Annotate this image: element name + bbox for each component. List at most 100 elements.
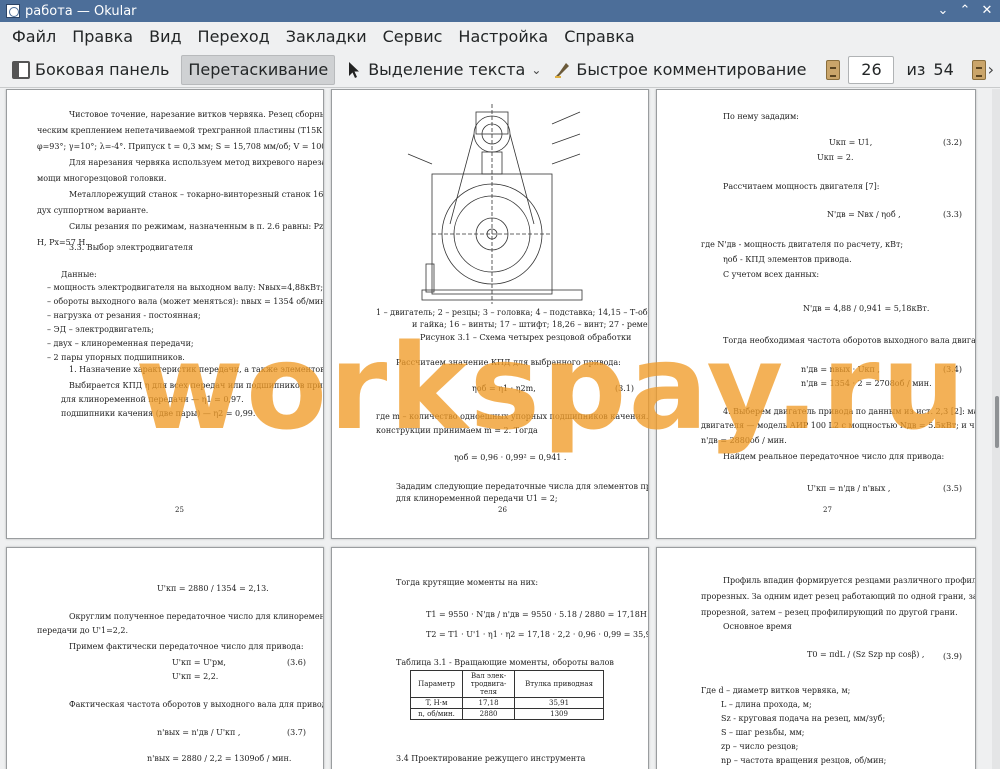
text-line: 4. Выберем двигатель привода по данным и… [723,407,976,416]
text-line: По нему зададим: [723,112,799,121]
sidebar-toggle-button[interactable]: Боковая панель [6,55,175,85]
table-caption: Таблица 3.1 - Вращающие моменты, обороты… [396,658,614,667]
formula: U'кп = U'рм, [172,658,226,667]
table-cell: 2880 [462,708,516,720]
text-line: – 2 пары упорных подшипников. [47,353,185,362]
menu-file[interactable]: Файл [4,22,64,52]
text-line: Тогда крутящие моменты на них: [396,578,539,587]
page-27: По нему зададим: Uкп = U1, (3.2) Uкп = 2… [656,89,976,539]
page-number: 27 [823,506,832,514]
text-line: двигателя — модель АИР 100 L2 с мощность… [701,421,975,430]
page-number-input[interactable]: 26 [848,55,895,84]
sidebar-icon [12,60,30,79]
menu-bookmarks[interactable]: Закладки [278,22,375,52]
text-line: ηоб - КПД элементов привода. [723,255,852,264]
text-line: С учетом всех данных: [723,270,820,279]
text-line: Выбирается КПД η для всех передач или по… [69,381,323,390]
next-page-icon[interactable] [971,59,986,80]
page-29: Тогда крутящие моменты на них: T1 = 9550… [331,547,649,769]
menu-edit[interactable]: Правка [64,22,141,52]
formula: U'кп = 2880 / 1354 = 2,13. [157,584,269,593]
document-viewer[interactable]: Чистовое точение, нарезание витков червя… [0,89,1000,769]
formula: T0 = πdL / (Sz Szр nр cosβ) , [807,650,925,659]
maximize-icon[interactable]: ⌃ [956,2,974,20]
text-line: Основное время [723,622,792,631]
menu-view[interactable]: Вид [141,22,189,52]
chevron-down-icon[interactable]: ⌄ [531,63,541,77]
formula-number: (3.1) [615,384,634,393]
text-line: – мощность электродвигателя на выходном … [47,283,324,292]
text-line: где N'дв - мощность двигателя по расчету… [701,240,904,249]
text-line: прорезной, затем – резец профилирующий п… [701,608,958,617]
figure-caption: и гайка; 16 – винты; 17 – штифт; 18,26 –… [412,320,649,329]
text-line: Чистовое точение, нарезание витков червя… [69,110,323,119]
text-selection-label: Выделение текста [368,60,526,79]
window-controls: ⌄ ⌃ ✕ [934,2,996,20]
formula: N'дв = Nвх / ηоб , [827,210,901,219]
okular-app-icon [6,4,20,18]
text-line: Зададим следующие передаточные числа для… [396,482,648,491]
text-line: передачи до U'1=2,2. [37,626,129,635]
text-line: Sz - круговая подача на резец, мм/зуб; [721,714,886,723]
text-selection-button[interactable]: Выделение текста ⌄ [339,55,547,85]
browse-label: Перетаскивание [188,60,329,79]
previous-page-icon[interactable] [826,59,841,80]
text-line: L – длина прохода, м; [721,700,812,709]
menu-bar: Файл Правка Вид Переход Закладки Сервис … [0,22,1000,52]
text-line: Рассчитаем значение КПД для выбранного п… [396,358,621,367]
formula: T2 = T1 · U'1 · η1 · η2 = 17,18 · 2,2 · … [426,630,648,639]
formula: n'дв = nвых · Uкп , [801,365,880,374]
formula: U'кп = 2,2. [172,672,219,681]
menu-help[interactable]: Справка [556,22,643,52]
text-line: для клиноременной передачи U1 = 2; [396,494,558,503]
formula-number: (3.3) [943,210,962,219]
text-line: Тогда необходимая частота оборотов выход… [723,336,976,345]
page-of-label: из [906,60,926,79]
formula: U'кп = n'дв / n'вых , [807,484,891,493]
formula: Uкп = 2. [817,153,854,162]
browse-tool-button[interactable]: Перетаскивание [181,54,336,85]
formula: n'вых = n'дв / U'кп , [157,728,241,737]
text-line: Данные: [61,270,97,279]
close-icon[interactable]: ✕ [978,2,996,20]
formula-number: (3.9) [943,652,962,661]
formula: n'дв = 1354 · 2 = 2708об / мин. [801,379,932,388]
formula: N'дв = 4,88 / 0,941 = 5,18кВт. [803,304,930,313]
table-header: Вал элек-тродвига-теля [462,670,516,698]
text-line: Где d – диаметр витков червяка, м; [701,686,851,695]
menu-settings[interactable]: Настройка [450,22,556,52]
highlighter-icon [553,61,571,79]
text-line: Профиль впадин формируется резцами разли… [723,576,976,585]
text-line: Фактическая частота оборотов у выходного… [69,700,323,709]
menu-go[interactable]: Переход [190,22,278,52]
formula: Uкп = U1, [829,138,873,147]
text-line: где m – количество одноешных упорных под… [376,412,649,421]
torque-table: Параметр Вал элек-тродвига-теля Втулка п… [409,670,604,720]
formula-number: (3.4) [943,365,962,374]
cursor-icon [345,61,363,79]
table-cell: T, Н·м [409,697,464,709]
text-line: дух суппортном варианте. [37,206,149,215]
text-line: S – шаг резьбы, мм; [721,728,805,737]
table-header: Втулка приводная [514,670,604,698]
total-pages: 54 [933,60,954,79]
text-line: Для нарезания червяка используем метод в… [69,158,323,167]
formula-number: (3.6) [287,658,306,667]
formula: T1 = 9550 · N'дв / n'дв = 9550 · 5.18 / … [426,610,649,619]
menu-tools[interactable]: Сервис [375,22,451,52]
text-line: – нагрузка от резания - постоянная; [47,311,201,320]
text-line: – двух – клиноременная передачи; [47,339,194,348]
formula: ηоб = η1 · η2m, [472,384,536,393]
quick-annotation-button[interactable]: Быстрое комментирование [547,55,812,85]
minimize-icon[interactable]: ⌄ [934,2,952,20]
text-line: мощи многорезцовой головки. [37,174,167,183]
toolbar-overflow-chevron-icon[interactable]: › [988,60,994,79]
text-line: n'дв = 2880об / мин. [701,436,787,445]
page-number: 26 [498,506,507,514]
formula-number: (3.2) [943,138,962,147]
scrollbar-thumb[interactable] [995,396,999,448]
table-cell: 35,91 [514,697,604,709]
formula: n'вых = 2880 / 2,2 = 1309об / мин. [147,754,292,763]
quick-annotation-label: Быстрое комментирование [576,60,807,79]
text-line: ческим креплением непетачиваемой трехгра… [37,126,324,135]
